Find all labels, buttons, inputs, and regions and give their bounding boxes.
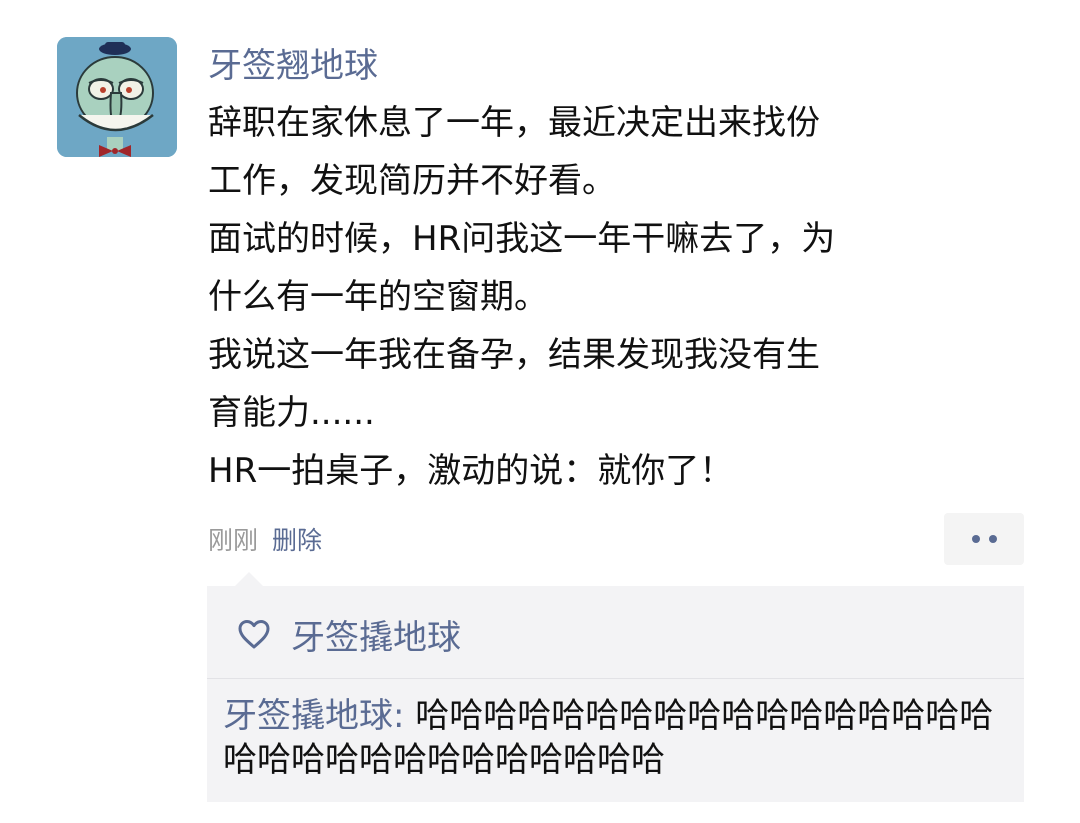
avatar[interactable] [57,37,177,157]
comment-item[interactable]: 牙签撬地球: 哈哈哈哈哈哈哈哈哈哈哈哈哈哈哈哈哈哈哈哈哈哈哈哈哈哈哈哈哈哈 [223,694,1013,782]
interaction-panel: 牙签撬地球 牙签撬地球: 哈哈哈哈哈哈哈哈哈哈哈哈哈哈哈哈哈哈哈哈哈哈哈哈哈哈哈… [207,572,1024,802]
delete-link[interactable]: 删除 [272,526,322,555]
post-meta: 刚刚 删除 [208,524,322,558]
heart-icon [238,620,270,649]
post-body: 辞职在家休息了一年，最近决定出来找份 工作，发现简历并不好看。 面试的时候，HR… [208,94,978,500]
like-user-name[interactable]: 牙签撬地球 [291,610,461,659]
comment-separator: : [393,696,416,736]
more-actions-button[interactable] [944,513,1024,565]
post-author-name[interactable]: 牙签翘地球 [208,44,378,88]
post-text-line: 育能力...... [208,393,375,433]
more-dots-icon [988,535,997,543]
post-timestamp: 刚刚 [208,526,259,555]
post-text-line: 我说这一年我在备孕，结果发现我没有生 [208,335,820,375]
more-dots-icon [971,535,980,543]
post-text-line: 工作，发现简历并不好看。 [208,161,616,201]
post-text-line: 面试的时候，HR问我这一年干嘛去了，为 [208,219,836,259]
likes-row: 牙签撬地球 [237,608,461,660]
post-text-line: HR一拍桌子，激动的说：就你了！ [208,451,734,491]
post-text-line: 辞职在家休息了一年，最近决定出来找份 [208,103,820,143]
panel-caret [235,572,263,586]
squidward-avatar-image [57,37,177,157]
post-text-line: 什么有一年的空窗期。 [208,277,548,317]
comment-author[interactable]: 牙签撬地球 [223,696,393,736]
likes-comments-divider [207,678,1024,679]
